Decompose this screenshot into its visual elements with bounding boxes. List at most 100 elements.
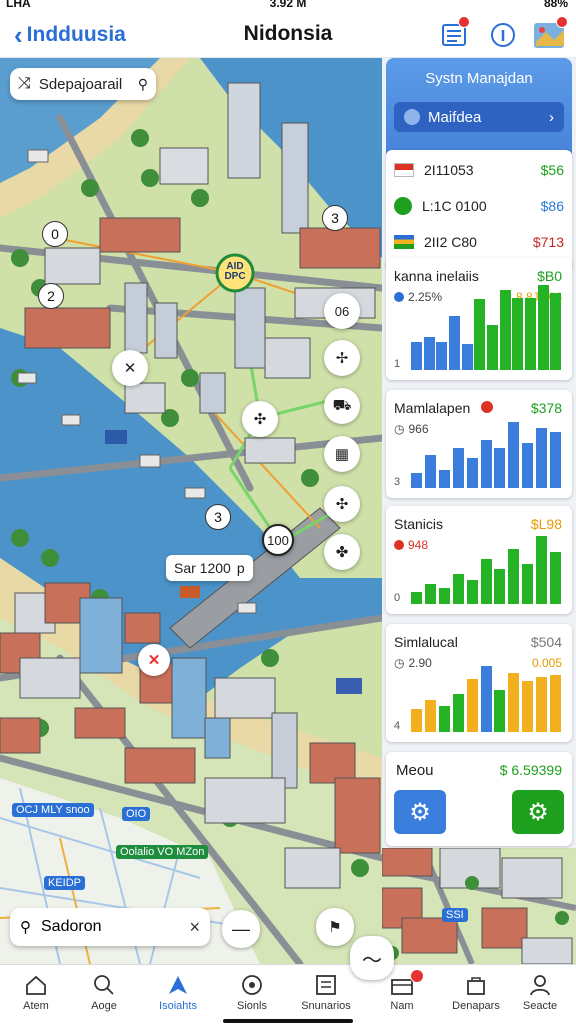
tool-icon-button[interactable]: ✣: [324, 486, 360, 522]
route-node-icon-button[interactable]: ✣: [242, 401, 278, 437]
chart-card-1[interactable]: kanna inelaiis $B0 2.25% 8 8J.206 1: [386, 258, 572, 380]
chart-card-3[interactable]: Stanicis $L98 948 0: [386, 506, 572, 614]
flag-button[interactable]: ⚑: [316, 908, 354, 946]
close-marker-button[interactable]: ✕: [138, 644, 170, 676]
tab-atem[interactable]: Atem: [0, 965, 72, 1024]
chart-bar: [535, 677, 547, 732]
route-node-icon: ✣: [253, 411, 267, 428]
map-node-label[interactable]: 0: [42, 221, 68, 247]
clock-icon: ◷: [394, 422, 405, 436]
chart-bar: [425, 584, 437, 604]
system-select-label: Maifdea: [428, 108, 482, 126]
map-node-label[interactable]: 3: [205, 504, 231, 530]
menu-value: $ 6.59399: [499, 762, 562, 778]
tab-seacte[interactable]: Seacte: [504, 965, 576, 1024]
building-icon: ▦: [334, 446, 350, 463]
system-select-button[interactable]: Maifdea ›: [394, 102, 564, 132]
map-node-label[interactable]: 2: [38, 283, 64, 309]
building-icon-button[interactable]: ▦: [324, 436, 360, 472]
menu-card: Meou $ 6.59399 ⚙ ⚙: [386, 752, 572, 846]
center-marker-label: AID DPC: [224, 261, 246, 282]
chart-bar: [411, 592, 423, 604]
bar-chart: [410, 280, 562, 370]
chart-y-label: 3: [394, 476, 401, 488]
chart-bar: [448, 316, 460, 370]
list-item[interactable]: 2I11053 $56: [394, 158, 564, 182]
chart-card-4[interactable]: Simlalucal $504 ◷ 2.90 0.005 4: [386, 624, 572, 742]
user-icon: [530, 975, 550, 996]
chart-y-label: 1: [394, 358, 401, 370]
chevron-left-icon: ‹: [14, 20, 23, 50]
route-draw-button[interactable]: 〜: [350, 936, 394, 980]
bottom-search-input[interactable]: Sadoron: [41, 918, 102, 936]
map-node-100[interactable]: 100: [262, 524, 294, 556]
tab-label: Atem: [23, 1000, 49, 1012]
zoom-out-button[interactable]: —: [222, 910, 260, 948]
chart-bar: [439, 470, 451, 488]
tab-aoge[interactable]: Aoge: [68, 965, 140, 1024]
map-thumbnail-button[interactable]: [532, 16, 568, 50]
chart-y-label: 4: [394, 720, 401, 732]
chart-bar: [466, 580, 478, 604]
map-search-chip-label: Sdepajoarail: [38, 75, 123, 93]
chart-card-title: Simlalucal: [394, 634, 458, 650]
chart-bar: [549, 674, 561, 732]
list-item-value: $713: [532, 234, 564, 250]
home-indicator: [223, 1019, 353, 1023]
tab-snunarios[interactable]: Snunarios: [290, 965, 362, 1024]
directions-icon-button[interactable]: ✢: [324, 340, 360, 376]
chart-bar: [411, 708, 423, 732]
chart-bar: [524, 298, 536, 370]
chart-bar: [535, 428, 547, 488]
flag-icon: [394, 235, 414, 249]
map-search-chip[interactable]: ⤨ Sdepajoarail ⚲: [10, 68, 156, 100]
map-node-label[interactable]: 3: [322, 205, 348, 231]
city-map-extension[interactable]: SSI: [382, 848, 576, 964]
tab-label: Denapars: [452, 1000, 500, 1012]
compass-icon-button[interactable]: ✤: [324, 534, 360, 570]
tab-denapars[interactable]: Denapars: [440, 965, 512, 1024]
power-settings-button[interactable]: ⚙: [512, 790, 564, 834]
place-label: KEIDP: [44, 876, 86, 890]
page-title: Nidonsia: [243, 22, 333, 45]
city-map[interactable]: AID DPC ⤨ Sdepajoarail ⚲ 0 2 3 3 06 ✢ ⛟ …: [0, 58, 382, 964]
chart-bar: [486, 325, 498, 370]
list-icon: [316, 975, 336, 995]
map-node-06[interactable]: 06: [324, 293, 360, 329]
info-button[interactable]: [488, 20, 518, 50]
tab-sionls[interactable]: Sionls: [216, 965, 288, 1024]
bottom-search-bar[interactable]: ⚲ Sadoron ×: [10, 908, 210, 946]
bar-chart: [410, 534, 562, 604]
tab-badge: [410, 969, 424, 983]
close-icon: ✕: [147, 652, 161, 669]
alert-icon: [481, 401, 493, 413]
list-item[interactable]: L:1C 0100 $86: [394, 194, 564, 218]
gear-power-icon: ⚙: [527, 798, 549, 826]
settings-button[interactable]: ⚙: [394, 790, 446, 834]
clock: 3.92 M: [269, 0, 307, 10]
chart-card-title: Mamlalapen: [394, 400, 471, 416]
bus-icon-button[interactable]: ⛟: [324, 388, 360, 424]
chart-bar: [537, 285, 549, 370]
place-label: OCJ MLY snoo: [12, 803, 94, 817]
chart-bar: [521, 564, 533, 604]
junction-icon-button[interactable]: ✕: [112, 350, 148, 386]
list-menu-button[interactable]: [440, 16, 470, 50]
chart-bar: [494, 689, 506, 732]
chart-card-2[interactable]: Mamlalapen $378 ◷ 966 3: [386, 390, 572, 498]
notification-badge: [458, 16, 470, 28]
tab-isoiahts[interactable]: Isoiahts: [142, 965, 214, 1024]
chart-bar: [499, 290, 511, 370]
clear-search-button[interactable]: ×: [189, 917, 200, 938]
chart-bar: [480, 440, 492, 488]
back-button[interactable]: ‹ Indduusia: [14, 20, 126, 50]
search-icon: ⚲: [20, 919, 31, 936]
globe-icon: [404, 109, 420, 125]
chart-bar: [550, 292, 562, 370]
distance-value: Sar 1200: [174, 560, 231, 576]
gear-icon: ⚙: [409, 798, 431, 826]
chart-bar: [461, 344, 473, 370]
chart-bar: [508, 422, 520, 488]
system-title: Systn Manajdan: [425, 70, 533, 87]
list-item[interactable]: 2II2 C80 $713: [394, 230, 564, 254]
